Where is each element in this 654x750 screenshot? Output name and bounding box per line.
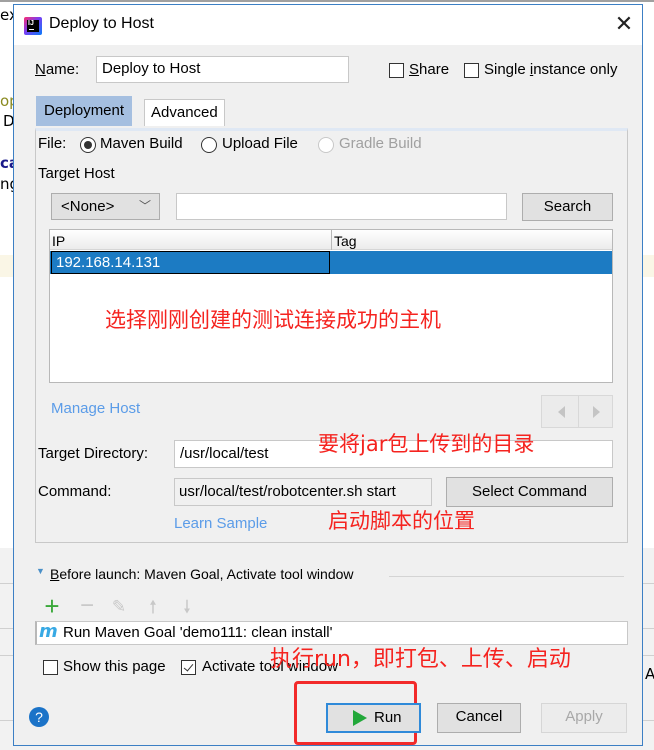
before-launch-mnemonic: B — [50, 566, 60, 582]
single-instance-label: Single instance only — [484, 61, 617, 78]
apply-button[interactable]: Apply — [541, 703, 627, 733]
gradle-build-radio[interactable] — [318, 137, 334, 153]
collapse-triangle-icon[interactable]: ▼ — [36, 566, 45, 576]
annotation-script: 启动脚本的位置 — [328, 509, 475, 533]
background-window-edge — [0, 0, 654, 2]
share-text: hare — [419, 61, 450, 78]
host-select-value: <None> — [61, 198, 115, 215]
remove-icon[interactable]: − — [77, 594, 97, 618]
arrow-right-icon — [593, 406, 600, 418]
name-input[interactable]: Deploy to Host — [96, 56, 349, 83]
before-launch-title[interactable]: Before launch: Maven Goal, Activate tool… — [50, 566, 354, 582]
maven-build-label: Maven Build — [100, 135, 183, 152]
single-instance-text-rest: nstance only — [533, 61, 618, 78]
title-bar: IJ Deploy to Host ✕ — [14, 5, 642, 45]
edit-icon[interactable]: ✎ — [109, 597, 129, 617]
chevron-down-icon: ﹀ — [138, 199, 151, 213]
play-icon — [353, 710, 367, 726]
deploy-to-host-dialog: IJ Deploy to Host ✕ Name: Deploy to Host… — [13, 4, 643, 746]
add-icon[interactable]: + — [42, 593, 62, 619]
arrow-left-icon — [558, 406, 565, 418]
close-icon[interactable]: ✕ — [611, 11, 637, 39]
list-item-label: Run Maven Goal 'demo111: clean install' — [63, 624, 333, 641]
move-up-icon[interactable]: 🠕 — [143, 597, 163, 617]
command-input[interactable]: usr/local/test/robotcenter.sh start — [174, 478, 432, 506]
table-row[interactable]: 192.168.14.131 — [50, 251, 612, 274]
file-label: File: — [38, 135, 67, 152]
run-button[interactable]: Run — [326, 703, 421, 733]
upload-file-radio[interactable] — [201, 137, 217, 153]
maven-build-radio[interactable] — [80, 137, 96, 153]
name-label: Name: — [35, 61, 79, 78]
next-page-button[interactable] — [578, 395, 613, 428]
host-select[interactable]: <None> ﹀ — [51, 193, 160, 220]
cell-tag — [332, 251, 612, 274]
activate-tool-window-checkbox[interactable] — [181, 660, 196, 675]
command-label: Command: — [38, 483, 112, 500]
run-button-label: Run — [374, 709, 402, 726]
intellij-idea-icon: IJ — [24, 17, 42, 35]
annotation-run: 执行run，即打包、上传、启动 — [270, 647, 571, 672]
learn-sample-link[interactable]: Learn Sample — [174, 515, 267, 532]
name-label-text: ame: — [45, 61, 80, 78]
host-table: IP Tag 192.168.14.131 选择刚刚创建的测试连接成功的主机 — [49, 229, 613, 383]
show-this-page-checkbox[interactable] — [43, 660, 58, 675]
dialog-title: Deploy to Host — [49, 15, 154, 32]
manage-host-link[interactable]: Manage Host — [51, 400, 140, 417]
cancel-button[interactable]: Cancel — [437, 703, 521, 733]
share-label: Share — [409, 61, 449, 78]
move-down-icon[interactable]: 🠗 — [177, 597, 197, 617]
before-launch-text: efore launch: Maven Goal, Activate tool … — [59, 566, 354, 582]
cell-ip: 192.168.14.131 — [51, 251, 330, 274]
select-command-button[interactable]: Select Command — [446, 477, 613, 507]
single-instance-text: Single — [484, 61, 530, 78]
name-label-mnemonic: N — [35, 61, 46, 78]
upload-file-label: Upload File — [222, 135, 298, 152]
tab-advanced[interactable]: Advanced — [144, 99, 225, 126]
help-icon[interactable]: ? — [29, 707, 49, 727]
column-header-tag[interactable]: Tag — [332, 230, 612, 250]
share-mnemonic: S — [409, 61, 420, 78]
share-checkbox[interactable] — [389, 63, 404, 78]
target-host-label: Target Host — [38, 165, 115, 182]
table-header: IP Tag — [50, 230, 612, 250]
maven-icon: m — [39, 621, 58, 642]
annotation-directory: 要将jar包上传到的目录 — [318, 432, 535, 456]
search-button[interactable]: Search — [522, 193, 613, 221]
show-this-page-label: Show this page — [63, 658, 166, 675]
annotation-host: 选择刚刚创建的测试连接成功的主机 — [105, 308, 441, 332]
background-text: A — [645, 665, 654, 683]
tab-deployment[interactable]: Deployment — [36, 96, 133, 126]
host-search-input[interactable] — [176, 193, 507, 220]
column-header-ip[interactable]: IP — [50, 230, 330, 250]
gradle-build-label: Gradle Build — [339, 135, 422, 152]
section-divider — [389, 576, 624, 577]
target-directory-label: Target Directory: — [38, 445, 149, 462]
single-instance-checkbox[interactable] — [464, 63, 479, 78]
